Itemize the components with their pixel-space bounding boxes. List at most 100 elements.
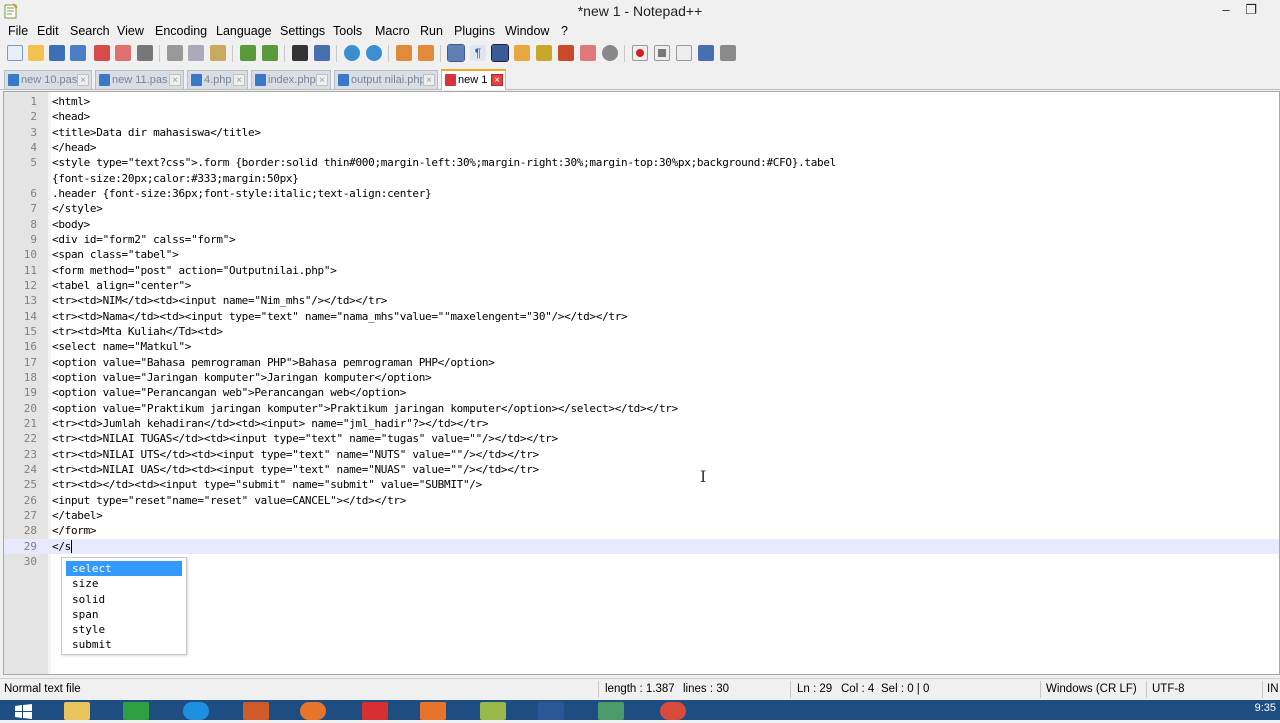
autocomplete-item[interactable]: size [66, 576, 182, 591]
code-lines[interactable]: 1 <html> 2 <head> 3 <title>Data dir mahasiswa… [4, 94, 1279, 569]
code-line[interactable]: 22 <tr><td>NILAI TUGAS</td><td><input typ… [4, 431, 1279, 446]
code-text[interactable]: <tr><td>NILAI UAS</td><td><input type="t… [52, 462, 539, 477]
code-line[interactable]: 29 </s [4, 538, 1279, 554]
code-text[interactable]: <option value="Praktikum jaringan komput… [52, 401, 678, 416]
cut-icon[interactable] [167, 45, 183, 61]
run-macro-multiple-icon[interactable] [698, 45, 714, 61]
code-text[interactable]: <tr><td>Nama</td><td><input type="text" … [52, 309, 628, 324]
menu-settings[interactable]: Settings [280, 24, 325, 38]
zoom-out-icon[interactable] [366, 45, 382, 61]
code-line[interactable]: 17 <option value="Bahasa pemrograman PHP"… [4, 355, 1279, 370]
autocomplete-item[interactable]: submit [66, 637, 182, 652]
code-text[interactable]: <html> [52, 94, 90, 109]
close-icon[interactable] [94, 45, 110, 61]
start-icon[interactable] [10, 702, 36, 720]
menu-edit[interactable]: Edit [37, 24, 59, 38]
menu-plugins[interactable]: Plugins [454, 24, 495, 38]
status-eol[interactable]: Windows (CR LF) [1046, 683, 1137, 695]
close-tab-icon[interactable]: × [491, 74, 503, 86]
word-wrap-icon[interactable] [447, 44, 465, 62]
tab-index-php[interactable]: index.php × [251, 70, 331, 89]
code-text[interactable]: <span class="tabel"> [52, 247, 179, 262]
code-line[interactable]: 20 <option value="Praktikum jaringan komp… [4, 401, 1279, 416]
system-clock[interactable]: 9:35 [1255, 702, 1276, 714]
close-tab-icon[interactable]: × [169, 74, 181, 86]
code-text[interactable]: <select name="Matkul"> [52, 339, 191, 354]
print-icon[interactable] [137, 45, 153, 61]
folder-workspace-icon[interactable] [536, 45, 552, 61]
menu-help[interactable]: ? [561, 24, 568, 38]
explorer-icon[interactable] [64, 702, 90, 720]
code-line[interactable]: 3 <title>Data dir mahasiswa</title> [4, 125, 1279, 140]
save-macro-icon[interactable] [720, 45, 736, 61]
code-text[interactable]: </form> [52, 523, 97, 538]
code-line[interactable]: 21 <tr><td>Jumlah kehadiran</td><td><inpu… [4, 416, 1279, 431]
menu-search[interactable]: Search [70, 24, 110, 38]
code-text[interactable]: </s [52, 539, 72, 554]
code-line[interactable]: 7 </style> [4, 201, 1279, 216]
code-line[interactable]: 8 <body> [4, 217, 1279, 232]
undo-icon[interactable] [240, 45, 256, 61]
tab-4-php[interactable]: 4.php × [187, 70, 248, 89]
close-all-icon[interactable] [115, 45, 131, 61]
new-file-icon[interactable] [7, 45, 23, 61]
code-text[interactable]: <div id="form2" calss="form"> [52, 232, 236, 247]
code-text[interactable]: <style type="text?css">.form {border:sol… [52, 155, 836, 170]
play-macro-icon[interactable] [676, 45, 692, 61]
code-text[interactable]: <tr><td></td><td><input type="submit" na… [52, 477, 482, 492]
ie-icon[interactable] [183, 702, 209, 720]
firefox-icon[interactable] [300, 702, 326, 720]
code-text[interactable]: <option value="Bahasa pemrograman PHP">B… [52, 355, 495, 370]
code-text[interactable]: <form method="post" action="Outputnilai.… [52, 263, 337, 278]
code-line[interactable]: 19 <option value="Perancangan web">Peranc… [4, 385, 1279, 400]
paste-icon[interactable] [210, 45, 226, 61]
store-icon[interactable] [123, 702, 149, 720]
code-text[interactable]: <option value="Jaringan komputer">Jaring… [52, 370, 432, 385]
code-line[interactable]: 25 <tr><td></td><td><input type="submit" … [4, 477, 1279, 492]
code-line[interactable]: 18 <option value="Jaringan komputer">Jari… [4, 370, 1279, 385]
code-line[interactable]: 30 [4, 554, 1279, 569]
code-line[interactable]: 28 </form> [4, 523, 1279, 538]
menu-window[interactable]: Window [505, 24, 549, 38]
code-line[interactable]: 12 <tabel align="center"> [4, 278, 1279, 293]
code-line[interactable]: 13 <tr><td>NIM</td><td><input name="Nim_m… [4, 293, 1279, 308]
restore-button[interactable]: ❐ [1240, 2, 1262, 18]
code-line[interactable]: 15 <tr><td>Mta Kuliah</Td><td> [4, 324, 1279, 339]
code-text[interactable]: </style> [52, 201, 103, 216]
close-tab-icon[interactable]: × [316, 74, 328, 86]
code-line[interactable]: {font-size:20px;calor:#333;margin:50px} [4, 171, 1279, 186]
app-icon[interactable] [243, 702, 269, 720]
open-file-icon[interactable] [28, 45, 44, 61]
record-macro-icon[interactable] [632, 45, 648, 61]
lang-icon[interactable] [514, 45, 530, 61]
autocomplete-item[interactable]: span [66, 607, 182, 622]
menu-encoding[interactable]: Encoding [155, 24, 207, 38]
code-line[interactable]: 27 </tabel> [4, 508, 1279, 523]
stop-macro-icon[interactable] [654, 45, 670, 61]
word-icon[interactable] [538, 702, 564, 720]
monitor-icon[interactable] [602, 45, 618, 61]
copy-icon[interactable] [188, 45, 204, 61]
code-text[interactable]: .header {font-size:36px;font-style:itali… [52, 186, 432, 201]
menu-macro[interactable]: Macro [375, 24, 410, 38]
close-tab-icon[interactable]: × [77, 74, 89, 86]
editor-area[interactable]: 1 <html> 2 <head> 3 <title>Data dir mahasiswa… [3, 91, 1280, 675]
code-text[interactable]: <tr><td>Mta Kuliah</Td><td> [52, 324, 223, 339]
tab-new-10-pas[interactable]: new 10.pas × [4, 70, 92, 89]
chrome-icon[interactable] [660, 702, 686, 720]
notepadpp-icon[interactable] [480, 702, 506, 720]
code-line[interactable]: 4 </head> [4, 140, 1279, 155]
code-text[interactable]: <input type="reset"name="reset" value=CA… [52, 493, 406, 508]
menu-tools[interactable]: Tools [333, 24, 362, 38]
menu-file[interactable]: File [8, 24, 28, 38]
code-text[interactable]: <tr><td>NIM</td><td><input name="Nim_mhs… [52, 293, 387, 308]
save-all-icon[interactable] [70, 45, 86, 61]
replace-icon[interactable] [314, 45, 330, 61]
autocomplete-item[interactable]: select [66, 561, 182, 577]
code-line[interactable]: 9 <div id="form2" calss="form"> [4, 232, 1279, 247]
code-line[interactable]: 5 <style type="text?css">.form {border:so… [4, 155, 1279, 170]
code-text[interactable]: {font-size:20px;calor:#333;margin:50px} [52, 171, 299, 186]
status-insert-mode[interactable]: IN [1267, 683, 1279, 695]
menu-run[interactable]: Run [420, 24, 443, 38]
tab-new-1[interactable]: new 1 × [441, 69, 506, 90]
